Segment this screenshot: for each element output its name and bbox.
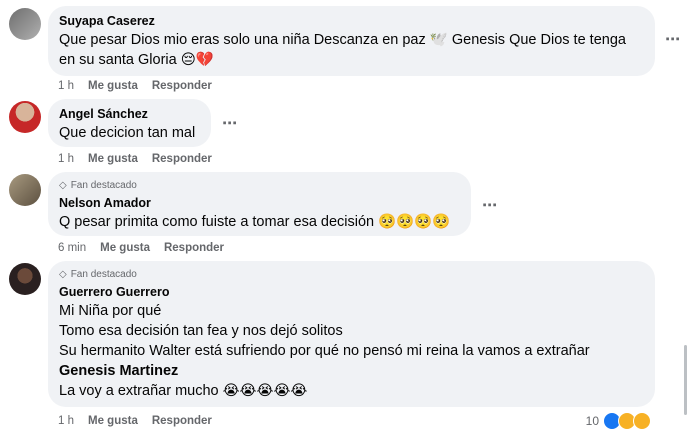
comment-text-line: Mi Niña por qué [59, 303, 162, 319]
mention-link[interactable]: Genesis Martinez [59, 361, 643, 381]
more-options-icon[interactable]: ⋯ [665, 30, 681, 48]
like-button[interactable]: Me gusta [100, 242, 150, 254]
comment-text-line: La voy a extrañar mucho 😭😭😭😭😭 [59, 383, 308, 399]
avatar[interactable] [9, 263, 41, 295]
comment-time[interactable]: 1 h [58, 415, 74, 427]
avatar[interactable] [9, 174, 41, 206]
comment-time[interactable]: 1 h [58, 153, 74, 165]
comment-author[interactable]: Suyapa Caserez [59, 13, 643, 30]
comment-text-line: Q pesar primita como fuiste a tomar esa … [59, 214, 451, 230]
like-button[interactable]: Me gusta [88, 415, 138, 427]
reaction-summary[interactable]: 10 [586, 412, 651, 430]
comment-bubble: ◇ Fan destacado Nelson Amador Q pesar pr… [48, 172, 471, 236]
comment-text-line: Su hermanito Walter está sufriendo por q… [59, 343, 590, 359]
comment-actions: 6 min Me gusta Responder [58, 242, 224, 254]
comment-author[interactable]: Angel Sánchez [59, 106, 199, 123]
comment-time[interactable]: 6 min [58, 242, 86, 254]
reply-button[interactable]: Responder [152, 153, 212, 165]
more-options-icon[interactable]: ⋯ [222, 114, 238, 132]
wow-reaction-icon [633, 412, 651, 430]
comment-author[interactable]: Guerrero Guerrero [59, 284, 643, 301]
comment-text-line: Que pesar Dios mio eras solo una niña De… [59, 32, 626, 48]
like-button[interactable]: Me gusta [88, 80, 138, 92]
comment-bubble: Angel Sánchez Que decicion tan mal [48, 99, 211, 147]
reply-button[interactable]: Responder [152, 415, 212, 427]
fan-badge: ◇ Fan destacado [59, 179, 459, 193]
reaction-count: 10 [585, 414, 599, 428]
comment-actions: 1 h Me gusta Responder [58, 80, 212, 92]
avatar[interactable] [9, 8, 41, 40]
reply-button[interactable]: Responder [164, 242, 224, 254]
comment-text-line: Tomo esa decisión tan fea y nos dejó sol… [59, 323, 343, 339]
reply-button[interactable]: Responder [152, 80, 212, 92]
more-options-icon[interactable]: ⋯ [482, 196, 498, 214]
comment-actions: 1 h Me gusta Responder [58, 153, 212, 165]
fan-badge-label: Fan destacado [70, 269, 137, 280]
diamond-icon: ◇ [59, 269, 67, 280]
comment-author[interactable]: Nelson Amador [59, 195, 459, 212]
comment-text-line: en su santa Gloria 😔💔 [59, 52, 214, 68]
comment-bubble: ◇ Fan destacado Guerrero Guerrero Mi Niñ… [48, 261, 655, 407]
diamond-icon: ◇ [59, 180, 67, 191]
comment-bubble: Suyapa Caserez Que pesar Dios mio eras s… [48, 6, 655, 76]
comment-time[interactable]: 1 h [58, 80, 74, 92]
like-button[interactable]: Me gusta [88, 153, 138, 165]
comment-actions: 1 h Me gusta Responder [58, 415, 212, 427]
fan-badge-label: Fan destacado [70, 180, 137, 191]
comment-text-line: Que decicion tan mal [59, 125, 196, 141]
fan-badge: ◇ Fan destacado [59, 268, 643, 282]
avatar[interactable] [9, 101, 41, 133]
